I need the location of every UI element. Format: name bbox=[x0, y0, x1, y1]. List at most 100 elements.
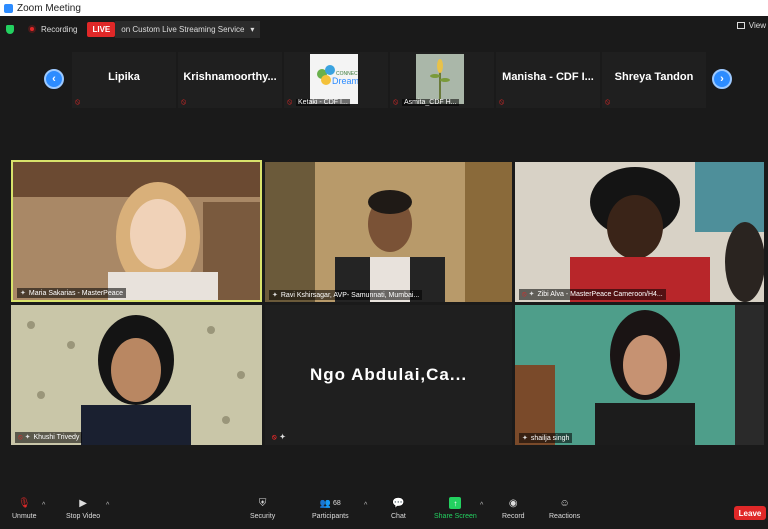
view-label: View bbox=[748, 21, 766, 30]
reaction-smiley-icon: ☺ bbox=[559, 497, 570, 509]
stop-video-button[interactable]: ▶ Stop Video bbox=[66, 497, 101, 521]
chevron-down-icon: ▾ bbox=[250, 24, 255, 34]
participant-label: ⦸ ✦ Zibi Alva - MasterPeace Cameroon/H4... bbox=[519, 289, 666, 300]
security-label: Security bbox=[250, 513, 276, 520]
participant-name: Zibi Alva - MasterPeace Cameroon/H4... bbox=[537, 291, 663, 298]
thumbnail-name: Lipika bbox=[108, 71, 140, 83]
encryption-shield-icon[interactable] bbox=[6, 24, 14, 34]
participant-video bbox=[515, 162, 764, 302]
reactions-label: Reactions bbox=[549, 513, 581, 520]
pin-icon: ✦ bbox=[272, 292, 278, 299]
next-page-button[interactable]: › bbox=[712, 69, 732, 89]
thumbnail-manisha[interactable]: Manisha - CDF I... ⦸ bbox=[496, 52, 600, 108]
muted-mic-icon: ⦸ bbox=[75, 97, 81, 106]
share-options-caret[interactable]: ^ bbox=[480, 502, 483, 509]
stream-service-dropdown[interactable]: on Custom Live Streaming Service ▾ bbox=[115, 20, 261, 38]
security-button[interactable]: ⛨ Security bbox=[250, 497, 276, 521]
thumbnail-shreya[interactable]: Shreya Tandon ⦸ bbox=[602, 52, 706, 108]
thumbnail-asmita[interactable]: ⦸ Asmita_CDF H... bbox=[390, 52, 494, 108]
leave-button[interactable]: Leave bbox=[734, 506, 766, 520]
thumbnail-name: Shreya Tandon bbox=[614, 71, 694, 83]
participants-label: Participants bbox=[312, 513, 349, 520]
muted-mic-icon: 🎙 bbox=[17, 497, 31, 509]
window-titlebar: Zoom Meeting bbox=[0, 0, 768, 16]
chat-bubble-icon: 💬 bbox=[392, 497, 405, 509]
video-options-caret[interactable]: ^ bbox=[106, 502, 109, 509]
video-tile-ngo[interactable]: Ngo Abdulai,Ca... ⦸ ✦ bbox=[265, 305, 512, 445]
svg-text:Dreams: Dreams bbox=[332, 76, 358, 86]
record-button[interactable]: ◉ Record bbox=[502, 497, 525, 521]
previous-page-button[interactable]: ‹ bbox=[44, 69, 64, 89]
muted-mic-icon: ⦸ bbox=[181, 97, 187, 106]
muted-mic-icon: ⦸ bbox=[499, 97, 505, 106]
participant-name-card: Ngo Abdulai,Ca... bbox=[309, 365, 468, 384]
share-screen-button[interactable]: ↑ Share Screen bbox=[434, 497, 477, 520]
recording-dot-icon bbox=[28, 25, 36, 33]
audio-options-caret[interactable]: ^ bbox=[42, 502, 45, 509]
participant-label: ✦ Maria Sakarias - MasterPeace bbox=[17, 288, 127, 298]
participant-video bbox=[13, 162, 260, 300]
shield-icon: ⛨ bbox=[258, 497, 267, 509]
muted-mic-icon: ⦸ bbox=[522, 291, 527, 298]
participant-label: ⦸ ✦ Khushi Trivedy bbox=[15, 432, 83, 443]
thumbnail-caption: Ketaki - CDF I... bbox=[296, 99, 350, 106]
video-tile-ravi[interactable]: ✦ Ravi Kshirsagar, AVP- Samunnati, Mumbai… bbox=[265, 162, 512, 302]
participant-video bbox=[265, 162, 512, 302]
record-label: Record bbox=[502, 513, 525, 520]
participant-label: ✦ Ravi Kshirsagar, AVP- Samunnati, Mumbai… bbox=[269, 290, 423, 300]
grid-view-icon bbox=[736, 22, 745, 29]
participants-options-caret[interactable]: ^ bbox=[364, 502, 367, 509]
share-screen-icon: ↑ bbox=[449, 497, 462, 509]
window-title: Zoom Meeting bbox=[17, 2, 81, 14]
video-tile-maria[interactable]: ✦ Maria Sakarias - MasterPeace bbox=[11, 160, 262, 302]
participant-name: Maria Sakarias - MasterPeace bbox=[28, 290, 124, 297]
muted-mic-icon: ⦸ bbox=[272, 434, 278, 441]
view-button[interactable]: View bbox=[736, 21, 766, 30]
participants-button[interactable]: 👥 68 Participants bbox=[312, 497, 349, 521]
thumbnail-name: Manisha - CDF I... bbox=[502, 71, 594, 83]
chat-button[interactable]: 💬 Chat bbox=[391, 497, 406, 521]
connecting-dreams-logo: CONNECTING Dreams bbox=[310, 54, 370, 104]
stream-service-label: on Custom Live Streaming Service bbox=[121, 24, 245, 34]
pin-icon: ✦ bbox=[522, 435, 528, 442]
participant-video bbox=[11, 305, 262, 445]
plant-picture bbox=[416, 54, 464, 104]
muted-mic-icon: ⦸ bbox=[605, 97, 611, 106]
pin-icon: ✦ bbox=[20, 290, 26, 297]
thumbnail-lipika[interactable]: Lipika ⦸ bbox=[72, 52, 176, 108]
reactions-button[interactable]: ☺ Reactions bbox=[549, 497, 581, 521]
participant-name: Ravi Kshirsagar, AVP- Samunnati, Mumbai.… bbox=[280, 292, 420, 299]
unmute-label: Unmute bbox=[12, 513, 37, 520]
zoom-app-icon bbox=[4, 3, 13, 13]
pin-icon: ✦ bbox=[24, 434, 31, 441]
meeting-topbar: Recording LIVE on Custom Live Streaming … bbox=[0, 16, 768, 42]
chevron-left-icon: ‹ bbox=[52, 73, 56, 85]
meeting-toolbar: 🎙 Unmute ^ ▶ Stop Video ^ ⛨ Security 👥 68… bbox=[0, 494, 768, 529]
video-tile-khushi[interactable]: ⦸ ✦ Khushi Trivedy bbox=[11, 305, 262, 445]
participant-name: Khushi Trivedy bbox=[33, 434, 80, 441]
thumbnail-caption: Asmita_CDF H... bbox=[402, 99, 459, 106]
participant-label: ⦸ ✦ bbox=[269, 432, 292, 443]
pin-icon: ✦ bbox=[279, 434, 287, 441]
participant-strip: ‹ Lipika ⦸ Krishnamoorthy... ⦸ CONNECTIN… bbox=[0, 52, 768, 110]
video-tile-shailja[interactable]: ✦ shailja singh bbox=[515, 305, 764, 445]
muted-mic-icon: ⦸ bbox=[287, 97, 293, 106]
muted-mic-icon: ⦸ bbox=[393, 97, 399, 106]
thumbnail-name: Krishnamoorthy... bbox=[183, 71, 277, 83]
stop-video-label: Stop Video bbox=[66, 513, 101, 520]
participant-name: shailja singh bbox=[530, 435, 570, 442]
share-screen-label: Share Screen bbox=[434, 513, 477, 520]
thumbnail-ketaki[interactable]: CONNECTING Dreams ⦸ Ketaki - CDF I... bbox=[284, 52, 388, 108]
chat-label: Chat bbox=[391, 513, 406, 520]
participant-video bbox=[515, 305, 764, 445]
thumbnail-krishnamoorthy[interactable]: Krishnamoorthy... ⦸ bbox=[178, 52, 282, 108]
unmute-button[interactable]: 🎙 Unmute bbox=[12, 497, 37, 521]
video-tile-zibi[interactable]: ⦸ ✦ Zibi Alva - MasterPeace Cameroon/H4... bbox=[515, 162, 764, 302]
record-icon: ◉ bbox=[508, 497, 518, 509]
video-camera-icon: ▶ bbox=[79, 497, 87, 509]
pin-icon: ✦ bbox=[528, 291, 535, 298]
participants-count: 68 bbox=[332, 499, 341, 507]
participants-icon: 👥 68 bbox=[319, 497, 341, 508]
chevron-right-icon: › bbox=[720, 73, 724, 85]
participant-label: ✦ shailja singh bbox=[519, 433, 573, 443]
